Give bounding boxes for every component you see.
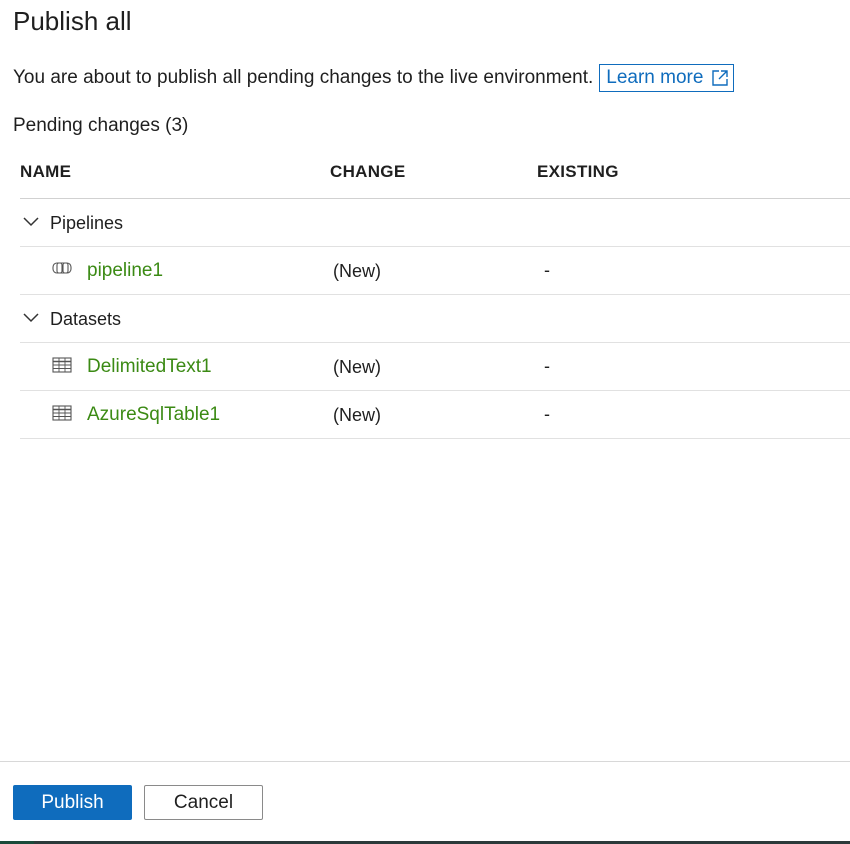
item-existing: - — [544, 404, 550, 424]
group-label: Pipelines — [50, 213, 124, 233]
item-name-link[interactable]: DelimitedText1 — [87, 356, 212, 378]
item-change: (New) — [333, 357, 381, 377]
pending-changes-label: Pending changes (3) — [13, 115, 189, 136]
description-text: You are about to publish all pending cha… — [13, 67, 594, 88]
pipeline-icon — [52, 262, 72, 274]
column-header-existing[interactable]: EXISTING — [537, 162, 619, 182]
table-row: pipeline1 (New) - — [20, 247, 850, 295]
item-existing: - — [544, 356, 550, 376]
table-icon — [52, 405, 72, 421]
column-header-name[interactable]: NAME — [20, 162, 71, 182]
item-name-link[interactable]: pipeline1 — [87, 260, 163, 282]
group-header-datasets[interactable]: Datasets — [20, 295, 850, 343]
chevron-down-icon — [23, 313, 39, 323]
changes-table: NAME CHANGE EXISTING Pipelines pipeline1… — [20, 148, 850, 439]
table-row: DelimitedText1 (New) - — [20, 343, 850, 391]
group-label: Datasets — [50, 309, 122, 329]
table-row: AzureSqlTable1 (New) - — [20, 391, 850, 439]
item-change: (New) — [333, 261, 381, 281]
description: You are about to publish all pending cha… — [13, 64, 735, 92]
publish-button[interactable]: Publish — [13, 785, 132, 820]
learn-more-label: Learn more — [606, 67, 704, 88]
group-header-pipelines[interactable]: Pipelines — [20, 199, 850, 247]
chevron-down-icon — [23, 217, 39, 227]
item-existing: - — [544, 260, 550, 280]
item-name-link[interactable]: AzureSqlTable1 — [87, 404, 220, 426]
cancel-button[interactable]: Cancel — [144, 785, 263, 820]
footer-divider — [0, 761, 850, 762]
page-title: Publish all — [13, 6, 132, 36]
item-change: (New) — [333, 405, 381, 425]
table-header: NAME CHANGE EXISTING — [20, 148, 850, 199]
column-header-change[interactable]: CHANGE — [330, 162, 405, 182]
external-link-icon — [712, 70, 729, 86]
table-icon — [52, 357, 72, 373]
learn-more-link[interactable]: Learn more — [599, 64, 735, 92]
